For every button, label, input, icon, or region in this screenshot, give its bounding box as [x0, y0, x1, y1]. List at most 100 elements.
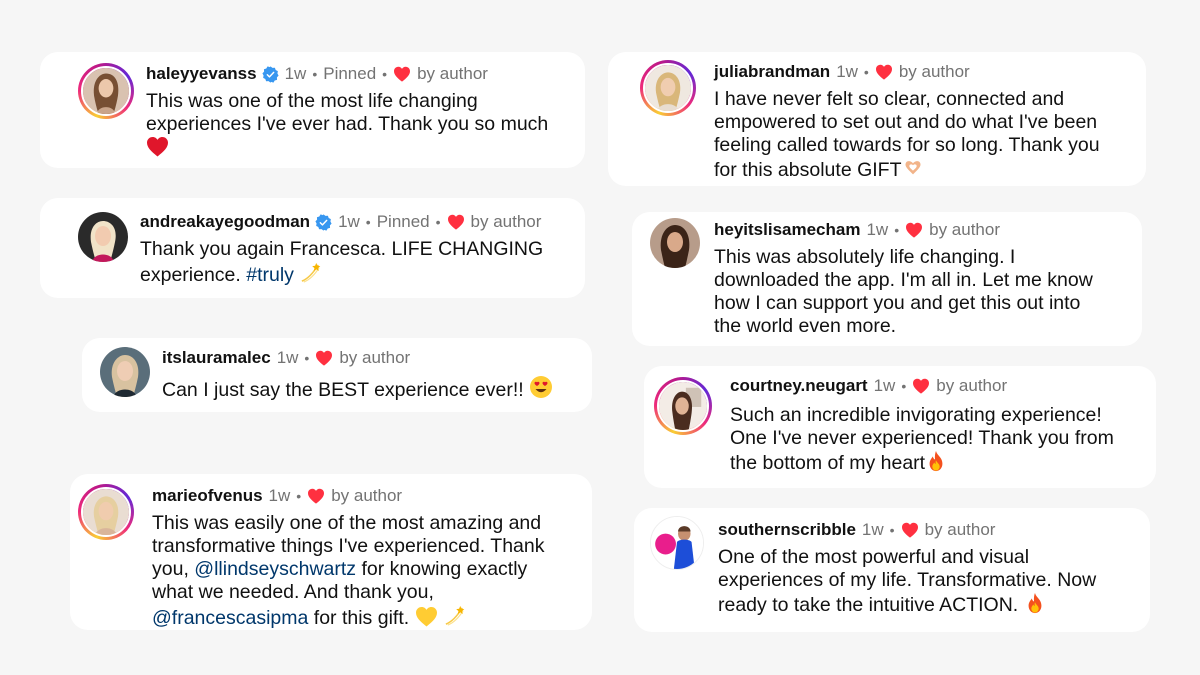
- avatar[interactable]: [650, 516, 704, 570]
- comment-line: One of the most powerful and visual: [718, 546, 1030, 568]
- timestamp[interactable]: 1w: [874, 376, 896, 396]
- liked-by-author-label: by author: [470, 212, 542, 231]
- heart-eyes-emoji-icon: [529, 375, 553, 399]
- liked-by-author-label: by author: [417, 64, 488, 83]
- comment-meta: haleyyevanss 1w • Pinned • by author: [146, 64, 488, 84]
- comment-card: marieofvenus 1w • by author This was eas…: [70, 474, 592, 630]
- comment-card: andreakayegoodman 1w • Pinned • by autho…: [40, 198, 585, 298]
- comment-text-segment: for this absolute GIFT: [714, 159, 902, 181]
- avatar[interactable]: [78, 212, 128, 262]
- timestamp[interactable]: 1w: [269, 486, 291, 506]
- fire-emoji-icon: [1024, 592, 1046, 614]
- comment-meta: juliabrandman 1w • by author: [714, 62, 970, 82]
- username[interactable]: juliabrandman: [714, 62, 830, 82]
- heart-icon: [393, 66, 411, 82]
- username[interactable]: itslauramalec: [162, 348, 271, 368]
- heart-icon: [905, 222, 923, 238]
- pinned-label: Pinned: [323, 64, 377, 83]
- comment-line: experiences I've ever had. Thank you so …: [146, 113, 549, 135]
- verified-badge-icon: [315, 214, 332, 231]
- avatar[interactable]: [654, 377, 712, 435]
- separator-dot: •: [382, 66, 388, 82]
- timestamp[interactable]: 1w: [277, 348, 299, 368]
- comment-text: One of the most powerful and visual expe…: [718, 546, 1096, 617]
- comment-line: the bottom of my heart: [730, 450, 1114, 475]
- username[interactable]: courtney.neugart: [730, 376, 868, 396]
- mention-link[interactable]: @francescasipma: [152, 607, 308, 629]
- comment-line: One I've never experienced! Thank you fr…: [730, 427, 1114, 449]
- comment-text-segment: you,: [152, 558, 189, 580]
- heart-icon: [447, 214, 465, 230]
- username[interactable]: haleyyevanss: [146, 64, 257, 84]
- avatar[interactable]: [78, 484, 134, 540]
- hashtag-link[interactable]: #truly: [246, 264, 294, 286]
- timestamp[interactable]: 1w: [866, 220, 888, 240]
- avatar[interactable]: [100, 347, 150, 397]
- liked-by-author-label: by author: [924, 520, 996, 539]
- heart-hands-emoji-icon: [902, 157, 924, 179]
- comment-card: itslauramalec 1w • by author Can I just …: [82, 338, 592, 412]
- username[interactable]: southernscribble: [718, 520, 856, 540]
- heart-icon: [901, 522, 919, 538]
- liked-by-author-label: by author: [898, 62, 970, 81]
- pinned-label: Pinned: [376, 212, 430, 231]
- comment-line: This was absolutely life changing. I: [714, 246, 1016, 268]
- comment-meta: southernscribble 1w • by author: [718, 520, 995, 540]
- comment-card: heyitslisamecham 1w • by author This was…: [632, 212, 1142, 346]
- comment-line: experiences of my life. Transformative. …: [718, 569, 1097, 591]
- dizzy-emoji-icon: [443, 604, 466, 627]
- separator-dot: •: [863, 64, 869, 80]
- avatar[interactable]: [650, 218, 700, 268]
- separator-dot: •: [304, 350, 310, 366]
- separator-dot: •: [894, 222, 900, 238]
- comment-text-segment: the bottom of my heart: [730, 452, 926, 474]
- heart-icon: [307, 488, 325, 504]
- red-heart-emoji-icon: [146, 136, 169, 157]
- comment-line: you, @llindseyschwartz for knowing exact…: [152, 558, 545, 581]
- comment-line: Such an incredible invigorating experien…: [730, 404, 1102, 426]
- comment-line: This was one of the most life changing: [146, 90, 478, 112]
- comment-line: Can I just say the BEST experience ever!…: [162, 375, 553, 402]
- username[interactable]: heyitslisamecham: [714, 220, 860, 240]
- comment-text-segment: Can I just say the BEST experience ever!…: [162, 379, 524, 401]
- avatar[interactable]: [78, 63, 134, 119]
- comment-text: Thank you again Francesca. LIFE CHANGING…: [140, 238, 543, 287]
- comment-line: ready to take the intuitive ACTION.: [718, 592, 1096, 617]
- comment-text-segment: for knowing exactly: [361, 558, 528, 580]
- comment-line: what we needed. And thank you,: [152, 581, 434, 603]
- comment-line: how I can support you and get this out i…: [714, 292, 1081, 314]
- mention-link[interactable]: @llindseyschwartz: [194, 558, 356, 580]
- avatar[interactable]: [640, 60, 696, 116]
- comment-line: transformative things I've experienced. …: [152, 535, 545, 557]
- comment-card: juliabrandman 1w • by author I have neve…: [608, 52, 1146, 186]
- username[interactable]: marieofvenus: [152, 486, 263, 506]
- timestamp[interactable]: 1w: [338, 212, 360, 232]
- comment-meta: heyitslisamecham 1w • by author: [714, 220, 1000, 240]
- comment-line: This was easily one of the most amazing …: [152, 512, 542, 534]
- timestamp[interactable]: 1w: [836, 62, 858, 82]
- comment-text: Such an incredible invigorating experien…: [730, 404, 1114, 475]
- comment-line: for this absolute GIFT: [714, 157, 1100, 182]
- comment-line: the world even more.: [714, 315, 897, 337]
- comment-line: [146, 136, 548, 160]
- username[interactable]: andreakayegoodman: [140, 212, 310, 232]
- timestamp[interactable]: 1w: [862, 520, 884, 540]
- timestamp[interactable]: 1w: [285, 64, 307, 84]
- comment-text: Can I just say the BEST experience ever!…: [162, 375, 553, 402]
- heart-icon: [912, 378, 930, 394]
- heart-icon: [875, 64, 893, 80]
- liked-by-author-label: by author: [331, 486, 403, 505]
- separator-dot: •: [889, 522, 895, 538]
- verified-badge-icon: [262, 66, 279, 83]
- heart-icon: [315, 350, 333, 366]
- comment-text: This was one of the most life changing e…: [146, 90, 548, 160]
- dizzy-emoji-icon: [299, 261, 322, 284]
- comment-text-segment: ready to take the intuitive ACTION.: [718, 594, 1019, 616]
- comment-meta: andreakayegoodman 1w • Pinned • by autho…: [140, 212, 541, 232]
- liked-by-author-label: by author: [929, 220, 1000, 239]
- comment-card: courtney.neugart 1w • by author Such an …: [644, 366, 1156, 488]
- comment-meta: courtney.neugart 1w • by author: [730, 376, 1007, 396]
- yellow-heart-emoji-icon: [415, 606, 438, 627]
- comment-line: I have never felt so clear, connected an…: [714, 88, 1065, 110]
- fire-emoji-icon: [925, 450, 947, 472]
